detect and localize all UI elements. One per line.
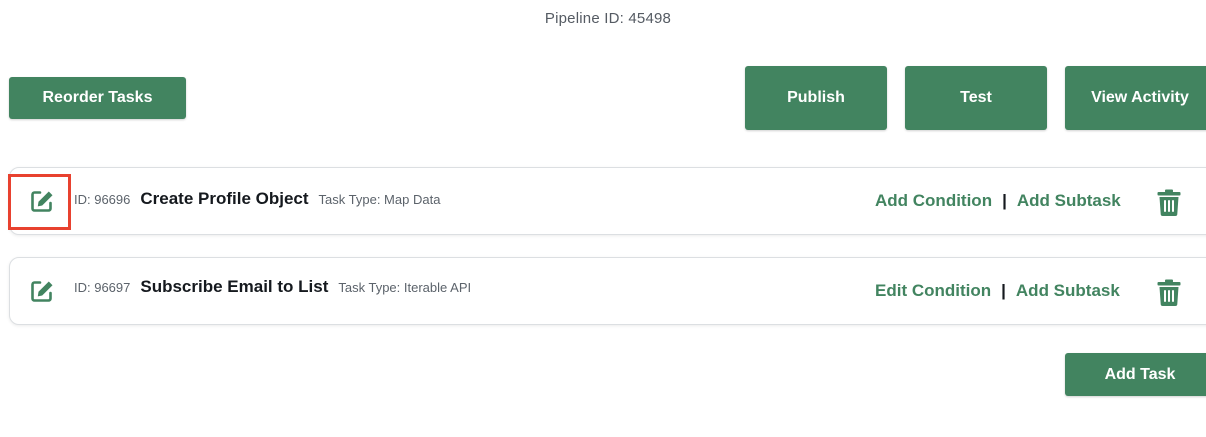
add-condition-link[interactable]: Add Condition (875, 191, 992, 211)
add-subtask-link[interactable]: Add Subtask (1016, 281, 1120, 301)
highlight-box (8, 174, 71, 230)
action-separator: | (1001, 281, 1006, 300)
trash-icon[interactable] (1157, 279, 1181, 306)
task-type: Task Type: Iterable API (338, 279, 472, 295)
task-row: ID: 96696 Create Profile Object Task Typ… (9, 167, 1206, 235)
edit-condition-link[interactable]: Edit Condition (875, 281, 991, 301)
reorder-tasks-button[interactable]: Reorder Tasks (9, 77, 186, 119)
add-subtask-link[interactable]: Add Subtask (1017, 191, 1121, 211)
task-type: Task Type: Map Data (318, 191, 441, 207)
task-actions: Edit Condition | Add Subtask (875, 258, 1120, 324)
edit-icon[interactable] (29, 278, 55, 304)
pipeline-id-label: Pipeline ID: 45498 (544, 10, 672, 27)
test-button[interactable]: Test (905, 66, 1047, 130)
trash-icon[interactable] (1157, 189, 1181, 216)
task-actions: Add Condition | Add Subtask (875, 168, 1121, 234)
add-task-button[interactable]: Add Task (1065, 353, 1206, 396)
view-activity-button[interactable]: View Activity (1065, 66, 1206, 130)
task-meta: ID: 96697 Subscribe Email to List Task T… (74, 254, 471, 320)
task-id: ID: 96696 (74, 191, 131, 207)
pipeline-editor-page: Pipeline ID: 45498 Reorder Tasks Publish… (0, 0, 1206, 437)
task-id: ID: 96697 (74, 279, 131, 295)
task-row: ID: 96697 Subscribe Email to List Task T… (9, 257, 1206, 325)
task-meta: ID: 96696 Create Profile Object Task Typ… (74, 166, 440, 232)
publish-button[interactable]: Publish (745, 66, 887, 130)
action-separator: | (1002, 191, 1007, 210)
task-name: Create Profile Object (140, 189, 309, 208)
task-name: Subscribe Email to List (140, 277, 329, 296)
